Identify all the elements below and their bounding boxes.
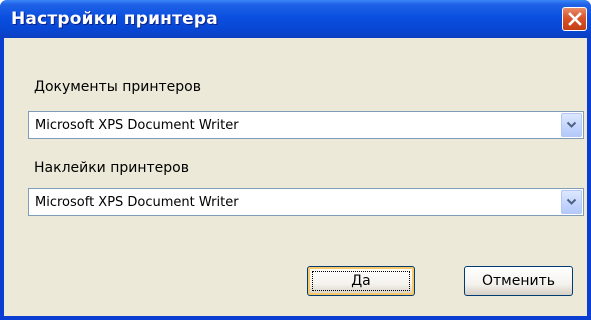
cancel-button[interactable]: Отменить	[464, 266, 573, 296]
documents-printer-select[interactable]: Microsoft XPS Document Writer	[28, 111, 584, 139]
cancel-button-label: Отменить	[481, 273, 555, 289]
close-button[interactable]	[562, 7, 587, 31]
ok-button[interactable]: Да	[307, 266, 415, 296]
title-bar[interactable]: Настройки принтера	[0, 0, 591, 38]
close-icon	[567, 12, 582, 26]
chevron-down-icon	[566, 198, 577, 205]
documents-printer-label: Документы принтеров	[34, 79, 201, 95]
focus-rectangle	[312, 271, 410, 291]
window-frame-right	[587, 38, 591, 320]
labels-dropdown-button[interactable]	[561, 190, 582, 214]
chevron-down-icon	[566, 121, 577, 128]
dialog-title: Настройки принтера	[11, 9, 218, 29]
labels-printer-value: Microsoft XPS Document Writer	[35, 195, 239, 210]
labels-printer-select[interactable]: Microsoft XPS Document Writer	[28, 188, 584, 216]
documents-printer-value: Microsoft XPS Document Writer	[35, 118, 239, 133]
printer-settings-dialog: Настройки принтера Документы принтеров M…	[0, 0, 591, 320]
documents-dropdown-button[interactable]	[561, 113, 582, 137]
labels-printer-label: Наклейки принтеров	[34, 160, 189, 176]
window-frame-bottom	[0, 316, 591, 320]
